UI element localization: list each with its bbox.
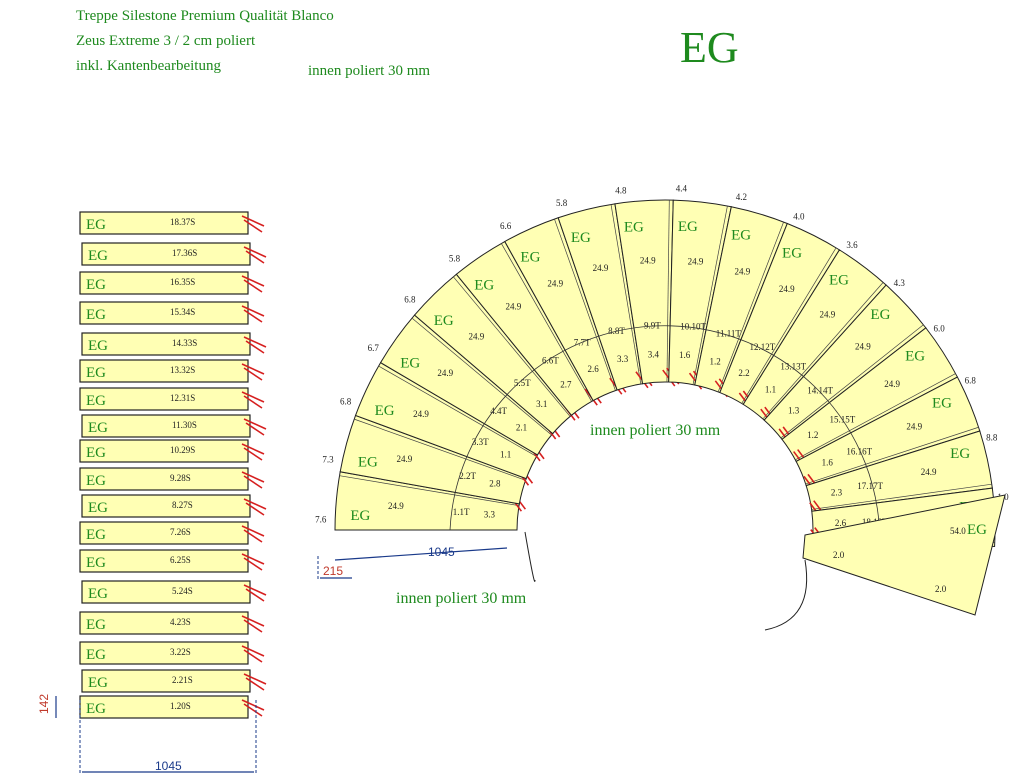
outer-value: 7.3 bbox=[322, 455, 334, 465]
depth-label: 24.9 bbox=[819, 309, 835, 319]
inner-arc bbox=[764, 559, 808, 631]
dim-length-label: 1045 bbox=[428, 545, 455, 559]
depth-label: 24.9 bbox=[547, 278, 563, 288]
inner-value: 1.2 bbox=[709, 356, 720, 366]
outer-value: 4.0 bbox=[793, 211, 805, 221]
step-prefix: EG bbox=[434, 313, 454, 329]
outer-value: 4.2 bbox=[736, 192, 747, 202]
step-prefix: EG bbox=[678, 219, 698, 235]
landing-edge: 2.0 bbox=[833, 550, 845, 560]
depth-label: 24.9 bbox=[593, 263, 609, 273]
tread-label: 6.6T bbox=[542, 355, 559, 365]
step-prefix: EG bbox=[375, 403, 395, 419]
inner-value: 2.1 bbox=[516, 423, 527, 433]
outer-value: 3.6 bbox=[846, 240, 858, 250]
tread-label: 2.2T bbox=[459, 471, 476, 481]
step-prefix: EG bbox=[905, 348, 925, 364]
tread-label: 1.1T bbox=[453, 507, 470, 517]
tread-label: 4.4T bbox=[490, 406, 507, 416]
depth-label: 24.9 bbox=[468, 332, 484, 342]
inner-value: 3.4 bbox=[648, 349, 660, 359]
tread-label: 16.16T bbox=[846, 446, 872, 456]
step-prefix: EG bbox=[782, 246, 802, 262]
depth-label: 24.9 bbox=[396, 454, 412, 464]
outer-value: 6.0 bbox=[933, 324, 945, 334]
inner-value: 1.6 bbox=[679, 350, 691, 360]
inner-value: 1.3 bbox=[788, 405, 800, 415]
depth-label: 24.9 bbox=[779, 284, 795, 294]
depth-label: 24.9 bbox=[688, 257, 704, 267]
step-prefix: EG bbox=[474, 277, 494, 293]
depth-label: 24.9 bbox=[437, 368, 453, 378]
outer-value: 5.8 bbox=[556, 198, 568, 208]
dim-line-length bbox=[334, 547, 508, 561]
step-prefix: EG bbox=[358, 454, 378, 470]
depth-label: 24.9 bbox=[855, 341, 871, 351]
outer-value: 7.6 bbox=[315, 515, 327, 525]
outer-value: 5.8 bbox=[449, 254, 461, 264]
tread-label: 14.14T bbox=[807, 386, 833, 396]
depth-label: 24.9 bbox=[413, 409, 429, 419]
depth-label: 24.9 bbox=[884, 379, 900, 389]
outer-value: 6.7 bbox=[368, 343, 380, 353]
step-prefix: EG bbox=[400, 355, 420, 371]
inner-value: 1.1 bbox=[765, 384, 776, 394]
inner-value: 2.2 bbox=[738, 368, 749, 378]
depth-label: 24.9 bbox=[921, 467, 937, 477]
tread-label: 17.17T bbox=[857, 481, 883, 491]
spiral-staircase: EG 7.6 24.9 1.1T 3.3 EG 7.3 24.9 2.2T 2.8 EG 6.8 24.… bbox=[315, 184, 1009, 631]
outer-value: 6.8 bbox=[404, 295, 416, 305]
depth-label: 24.9 bbox=[906, 422, 922, 432]
inner-value: 2.6 bbox=[588, 364, 600, 374]
outer-value: 4.3 bbox=[894, 278, 906, 288]
inner-value: 1.1 bbox=[500, 450, 511, 460]
step-prefix: EG bbox=[624, 220, 644, 236]
inner-value: 3.3 bbox=[617, 354, 629, 364]
tread-label: 13.13T bbox=[780, 361, 806, 371]
inner-value: 2.8 bbox=[489, 479, 501, 489]
landing-prefix: EG bbox=[967, 522, 987, 538]
step-prefix: EG bbox=[350, 508, 370, 524]
tread-label: 9.9T bbox=[644, 320, 661, 330]
inner-value: 1.6 bbox=[822, 458, 834, 468]
step-prefix: EG bbox=[950, 446, 970, 462]
step-prefix: EG bbox=[870, 307, 890, 323]
outer-value: 4.8 bbox=[615, 186, 627, 196]
tread-label: 11.11T bbox=[716, 329, 742, 339]
depth-label: 24.9 bbox=[734, 266, 750, 276]
depth-label: 24.9 bbox=[388, 501, 404, 511]
outer-value: 4.4 bbox=[676, 184, 688, 194]
landing-value: 54.0 bbox=[950, 526, 966, 536]
inner-value: 2.7 bbox=[560, 379, 572, 389]
outer-value: 6.8 bbox=[340, 397, 352, 407]
outer-value: 6.8 bbox=[965, 376, 977, 386]
tread-label: 3.3T bbox=[472, 437, 489, 447]
outer-value: 6.6 bbox=[500, 221, 512, 231]
inner-value: 3.3 bbox=[484, 509, 496, 519]
inner-arc bbox=[524, 531, 536, 582]
depth-label: 24.9 bbox=[506, 301, 522, 311]
dim-offset-label: 215 bbox=[323, 564, 343, 578]
step-prefix: EG bbox=[571, 230, 591, 246]
depth-label: 24.9 bbox=[640, 256, 656, 266]
step-prefix: EG bbox=[932, 395, 952, 411]
outer-value: 8.8 bbox=[986, 432, 998, 442]
step-prefix: EG bbox=[829, 272, 849, 288]
tread-label: 12.12T bbox=[750, 342, 776, 352]
inner-value: 3.1 bbox=[536, 399, 547, 409]
inner-value: 2.3 bbox=[831, 487, 843, 497]
step-prefix: EG bbox=[520, 249, 540, 265]
landing-edge: 2.0 bbox=[935, 584, 947, 594]
step-prefix: EG bbox=[731, 228, 751, 244]
tread-label: 7.7T bbox=[574, 338, 591, 348]
inner-value: 1.2 bbox=[807, 430, 818, 440]
